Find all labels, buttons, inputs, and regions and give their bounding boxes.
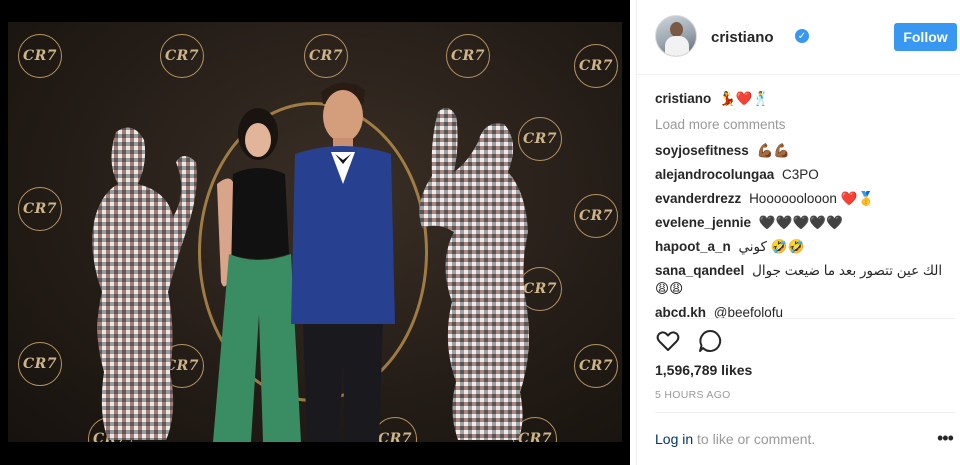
avatar[interactable] (655, 15, 697, 57)
follow-button[interactable]: Follow (894, 23, 957, 51)
mirror-statue-left (78, 122, 208, 442)
cr7-logo: CR7 (574, 44, 618, 88)
post-photo[interactable]: CR7 CR7 CR7 CR7 CR7 CR7 CR7 CR7 CR7 CR7 … (8, 22, 622, 442)
comment-username[interactable]: abcd.kh (655, 305, 706, 318)
heart-outline-icon[interactable] (655, 328, 681, 354)
login-link[interactable]: Log in (655, 431, 693, 447)
comments-list[interactable]: cristiano 💃❤️🕺 Load more comments soyjos… (655, 90, 955, 318)
header-username[interactable]: cristiano (711, 29, 774, 46)
avatar-body (665, 36, 689, 56)
comment-text: 🖤🖤🖤🖤🖤 (758, 215, 843, 230)
comment-item: evelene_jennie 🖤🖤🖤🖤🖤 (655, 214, 955, 232)
cr7-logo: CR7 (304, 34, 348, 78)
post-timestamp: 5 HOURS AGO (655, 389, 731, 401)
login-prompt: Log in to like or comment. (655, 431, 815, 447)
cr7-logo: CR7 (18, 187, 62, 231)
comment-text: كوني 🤣🤣 (738, 239, 805, 254)
caption-text: 💃❤️🕺 (719, 91, 770, 106)
comment-username[interactable]: evanderdrezz (655, 191, 741, 206)
cr7-logo: CR7 (18, 342, 62, 386)
comment-text: C3PO (782, 167, 819, 182)
avatar-head (670, 22, 683, 37)
comment-bubble-icon[interactable] (697, 328, 723, 354)
comment-username[interactable]: soyjosefitness (655, 143, 749, 158)
comment-item: sana_qandeel الك عين تتصور بعد ما ضيعت ج… (655, 262, 955, 298)
actions-divider (655, 318, 955, 319)
mirror-statue-right (408, 102, 548, 442)
cr7-logo: CR7 (446, 34, 490, 78)
login-suffix-text: to like or comment. (693, 431, 816, 447)
comment-username[interactable]: hapoot_a_n (655, 239, 731, 254)
post-sidebar: cristiano ✓ Follow cristiano 💃❤️🕺 Load m… (636, 0, 960, 465)
comment-username[interactable]: evelene_jennie (655, 215, 751, 230)
comment-item: alejandrocolungaa C3PO (655, 166, 955, 184)
footer-divider (655, 412, 955, 413)
caption: cristiano 💃❤️🕺 (655, 90, 955, 108)
cr7-logo: CR7 (160, 34, 204, 78)
comment-text: Hoooooolooon ❤️🥇 (749, 191, 875, 206)
post-photo-area: CR7 CR7 CR7 CR7 CR7 CR7 CR7 CR7 CR7 CR7 … (0, 0, 630, 465)
cr7-logo: CR7 (574, 194, 618, 238)
likes-count[interactable]: 1,596,789 likes (655, 362, 752, 378)
comment-item: evanderdrezz Hoooooolooon ❤️🥇 (655, 190, 955, 208)
comment-item: soyjosefitness 💪🏾💪🏾 (655, 142, 955, 160)
cr7-logo: CR7 (574, 344, 618, 388)
post-header: cristiano ✓ Follow (637, 0, 960, 75)
caption-username[interactable]: cristiano (655, 91, 711, 106)
load-more-comments-link[interactable]: Load more comments (655, 116, 955, 134)
comment-text: 💪🏾💪🏾 (756, 143, 791, 158)
comment-item: hapoot_a_n كوني 🤣🤣 (655, 238, 955, 256)
comment-username[interactable]: sana_qandeel (655, 263, 744, 278)
cr7-logo: CR7 (18, 34, 62, 78)
comment-username[interactable]: alejandrocolungaa (655, 167, 774, 182)
comment-text: @beefolofu (713, 305, 784, 318)
more-options-icon[interactable]: ••• (937, 428, 954, 449)
man-figure (283, 74, 403, 442)
comment-item: abcd.kh @beefolofu (655, 304, 955, 318)
verified-badge-icon: ✓ (795, 29, 809, 43)
